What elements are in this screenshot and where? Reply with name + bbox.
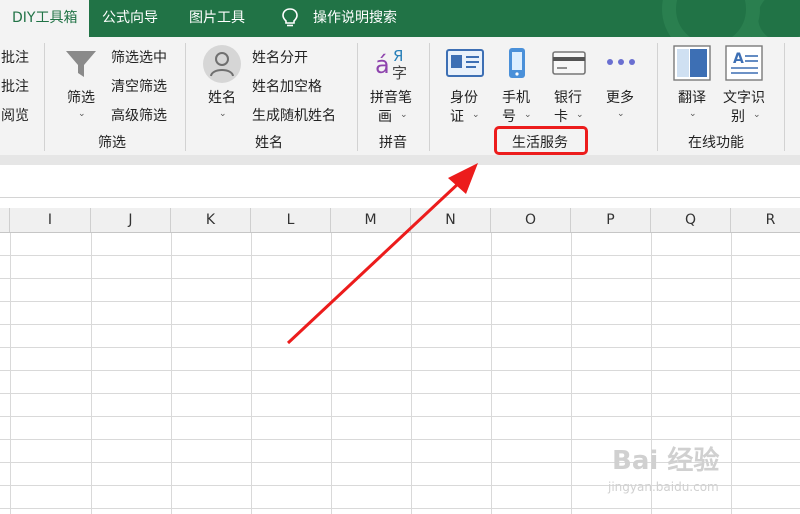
annotation-arrow: [286, 163, 478, 345]
watermark-logo: Bai 经验: [612, 446, 720, 476]
watermark-url: jingyan.baidu.com: [608, 480, 719, 494]
